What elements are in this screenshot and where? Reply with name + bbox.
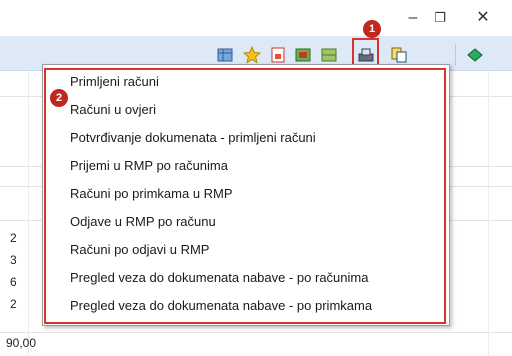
restore-button[interactable]: ❐ — [425, 6, 455, 30]
menu-item-primljeni-racuni[interactable]: Primljeni računi — [70, 70, 159, 94]
menu-item-odjave-u-rmp[interactable]: Odjave u RMP po računu — [70, 210, 216, 234]
row-number: 6 — [10, 275, 17, 289]
menu-item-racuni-po-primkama[interactable]: Računi po primkama u RMP — [70, 182, 233, 206]
grid-icon[interactable] — [320, 46, 338, 64]
grid-divider — [0, 332, 512, 333]
menu-item-prijemi-u-rmp[interactable]: Prijemi u RMP po računima — [70, 154, 228, 178]
step-badge-1: 1 — [363, 20, 381, 38]
toolbar-separator — [455, 44, 456, 66]
copy-icon[interactable] — [390, 46, 408, 64]
menu-item-racuni-po-odjavi[interactable]: Računi po odjavi u RMP — [70, 238, 209, 262]
close-button[interactable]: ✕ — [468, 6, 498, 30]
book-icon[interactable] — [466, 46, 484, 64]
menu-item-pregled-veza-racuni[interactable]: Pregled veza do dokumenata nabave - po r… — [70, 266, 368, 290]
minimize-button[interactable]: – — [398, 6, 428, 30]
row-number: 2 — [10, 231, 17, 245]
star-icon[interactable] — [243, 46, 261, 64]
image-icon[interactable] — [294, 46, 312, 64]
row-number: 3 — [10, 253, 17, 267]
grid-divider — [28, 71, 29, 356]
cell-value: 90,00 — [6, 336, 37, 350]
row-number: 2 — [10, 297, 17, 311]
step-badge-2: 2 — [50, 89, 68, 107]
document-icon[interactable] — [269, 46, 287, 64]
menu-item-racuni-u-ovjeri[interactable]: Računi u ovjeri — [70, 98, 156, 122]
menu-item-potvrdivanje-dokumenata[interactable]: Potvrđivanje dokumenata - primljeni raču… — [70, 126, 316, 150]
grid-divider — [488, 71, 489, 356]
menu-item-pregled-veza-primke[interactable]: Pregled veza do dokumenata nabave - po p… — [70, 294, 372, 318]
grid-icon[interactable] — [216, 46, 234, 64]
